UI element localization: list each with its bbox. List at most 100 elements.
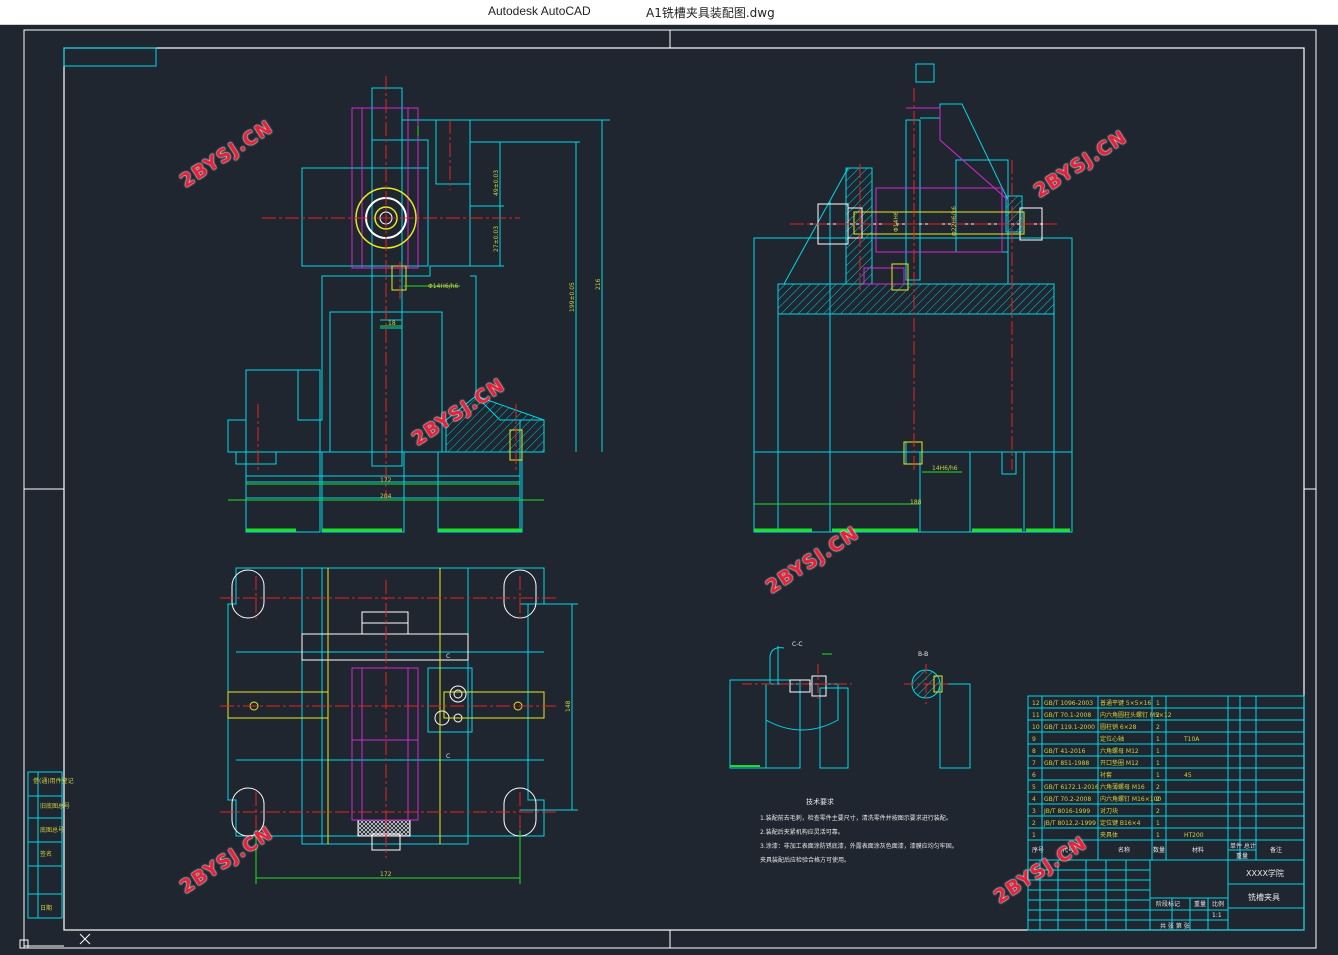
bom-cell-qty: 1	[1156, 772, 1160, 779]
bom-cell-no: 10	[1032, 724, 1040, 731]
dim-fit-vert-2: Φ22H6/k6	[951, 206, 958, 236]
bom-header-weight: 单件 总计	[1230, 842, 1256, 850]
bom-cell-no: 2	[1032, 820, 1036, 827]
front-view	[227, 76, 610, 533]
dim-172-bottom: 172	[380, 871, 392, 878]
left-strip-item: 借(通)用件登记	[33, 777, 74, 785]
bom-cell-mat: 45	[1184, 772, 1192, 779]
bom-cell-name: 对刀块	[1100, 807, 1118, 815]
section-bb-view	[904, 664, 971, 769]
bom-cell-name: 开口垫圈 M12	[1100, 759, 1139, 767]
bom-cell-code: GB/T 851-1988	[1044, 760, 1089, 767]
bom-cell-code: GB/T 70.2-2008	[1044, 796, 1091, 803]
dim-204: 204	[380, 493, 392, 500]
bom-cell-no: 12	[1032, 700, 1040, 707]
bom-cell-name: 圆柱销 6×28	[1100, 723, 1137, 731]
bom-cell-qty: 2	[1156, 784, 1160, 791]
app-title: Autodesk AutoCAD	[488, 4, 591, 18]
left-strip-table	[27, 771, 63, 919]
bom-cell-no: 3	[1032, 808, 1036, 815]
title-sheet: 共 张 第 张	[1160, 922, 1190, 930]
title-company: XXXX学院	[1246, 868, 1284, 878]
left-strip-item: 日期	[40, 904, 52, 912]
bom-cell-mat: T10A	[1183, 736, 1200, 743]
side-view	[753, 63, 1073, 533]
dim-216: 216	[595, 278, 602, 290]
section-label-bb: B-B	[918, 651, 928, 658]
section-mark-c-bottom: C	[446, 753, 450, 760]
bom-cell-qty: 2	[1156, 796, 1160, 803]
bom-cell-qty: 1	[1156, 832, 1160, 839]
left-strip-item: 签名	[40, 850, 52, 858]
bom-cell-no: 7	[1032, 760, 1036, 767]
bom-header-qty: 数量	[1153, 846, 1165, 854]
section-mark-c-top: C	[446, 653, 450, 660]
tech-note-line: 3.涂漆：非加工表面涂防锈底漆，外露表面涂灰色面漆，漆膜应均匀牢固。	[760, 842, 958, 850]
bom-cell-qty: 2	[1156, 808, 1160, 815]
bom-cell-name: 内六角螺钉 M16×100	[1100, 795, 1161, 803]
dim-fit-top: Φ14H6/h6	[428, 283, 459, 290]
left-strip-item: 底图总号	[40, 826, 64, 834]
bom-cell-no: 9	[1032, 736, 1036, 743]
bom-header-weight-unit: 重量	[1236, 852, 1248, 860]
bom-cell-qty: 2	[1156, 712, 1160, 719]
bom-cell-qty: 2	[1156, 724, 1160, 731]
bom-cell-no: 11	[1032, 712, 1040, 719]
bom-header-no: 序号	[1032, 846, 1044, 854]
tech-note-line: 1.装配前去毛刺，检查零件主要尺寸，清洗零件并按图示要求进行装配。	[760, 814, 952, 822]
bom-cell-code: GB/T 119.1-2000	[1044, 724, 1095, 731]
tech-note-line: 夹具装配后应检验合格方可使用。	[760, 856, 850, 864]
bom-cell-no: 5	[1032, 784, 1036, 791]
bom-cell-name: 六角螺母 M12	[1100, 747, 1139, 755]
bom-cell-qty: 1	[1156, 700, 1160, 707]
bom-cell-code: GB/T 70.1-2008	[1044, 712, 1091, 719]
bom-cell-no: 4	[1032, 796, 1036, 803]
bom-cell-name: 定位键 B16×4	[1100, 819, 1141, 827]
bom-cell-name: 内六角圆柱头螺钉 M5×12	[1100, 711, 1172, 719]
bom-cell-name: 夹具体	[1100, 831, 1118, 839]
title-scale: 比例	[1212, 900, 1224, 908]
dim-172-top: 172	[380, 477, 392, 484]
dim-fit-side: 14H6/h6	[932, 465, 958, 472]
bom-cell-qty: 1	[1156, 820, 1160, 827]
dim-188: 188	[910, 499, 922, 506]
bom-header-name: 名称	[1118, 846, 1130, 854]
file-title: A1铣槽夹具装配图.dwg	[646, 6, 775, 20]
bom-cell-code: GB/T 1096-2003	[1044, 700, 1093, 707]
bom-cell-no: 6	[1032, 772, 1036, 779]
tech-notes-title: 技术要求	[806, 797, 834, 806]
bom-cell-mat: HT200	[1184, 832, 1204, 839]
left-strip-item: 旧底图总号	[40, 802, 70, 810]
section-label-cc: C-C	[792, 641, 803, 648]
corner-box	[63, 47, 157, 67]
bom-header-remark: 备注	[1270, 846, 1282, 854]
bom-cell-name: 六角薄螺母 M16	[1100, 783, 1145, 791]
bom-cell-qty: 1	[1156, 748, 1160, 755]
title-scale-value: 1:1	[1212, 912, 1222, 919]
bom-cell-qty: 1	[1156, 760, 1160, 767]
title-weight: 重量	[1194, 900, 1206, 908]
bom-cell-no: 1	[1032, 832, 1036, 839]
bom-cell-no: 8	[1032, 748, 1036, 755]
dim-27: 27±0.03	[493, 226, 500, 252]
title-stage: 阶段标记	[1156, 900, 1180, 908]
bom-cell-code: GB/T 41-2016	[1044, 748, 1086, 755]
bom-cell-name: 定位心轴	[1100, 735, 1124, 743]
dim-49: 49±0.03	[493, 170, 500, 196]
bom-cell-qty: 1	[1156, 736, 1160, 743]
section-cc-view	[729, 646, 852, 769]
dim-148: 148	[565, 700, 572, 712]
dim-fit-vert-1: Φ14H6	[893, 211, 900, 232]
bom-cell-name: 普通平键 5×5×16	[1100, 699, 1151, 707]
bom-cell-code: GB/T 6172.1-2016	[1044, 784, 1099, 791]
dim-199: 199±0.05	[569, 282, 576, 312]
drawing-canvas[interactable]: 借(通)用件登记 旧底图总号 底图总号 签名 日期 172 204 18 Φ14…	[0, 24, 1338, 955]
dim-18: 18	[388, 320, 396, 327]
title-drawing-name: 铣槽夹具	[1248, 892, 1280, 902]
bom-cell-code: JB/T 8016-1999	[1043, 808, 1090, 815]
window-titlebar: Autodesk AutoCAD A1铣槽夹具装配图.dwg	[0, 0, 1338, 25]
tech-note-line: 2.装配后夹紧机构应灵活可靠。	[760, 828, 844, 836]
bom-header-mat: 材料	[1192, 846, 1204, 854]
bom-cell-name: 衬套	[1100, 771, 1112, 779]
bom-cell-code: JB/T 8012.2-1999	[1043, 820, 1096, 827]
